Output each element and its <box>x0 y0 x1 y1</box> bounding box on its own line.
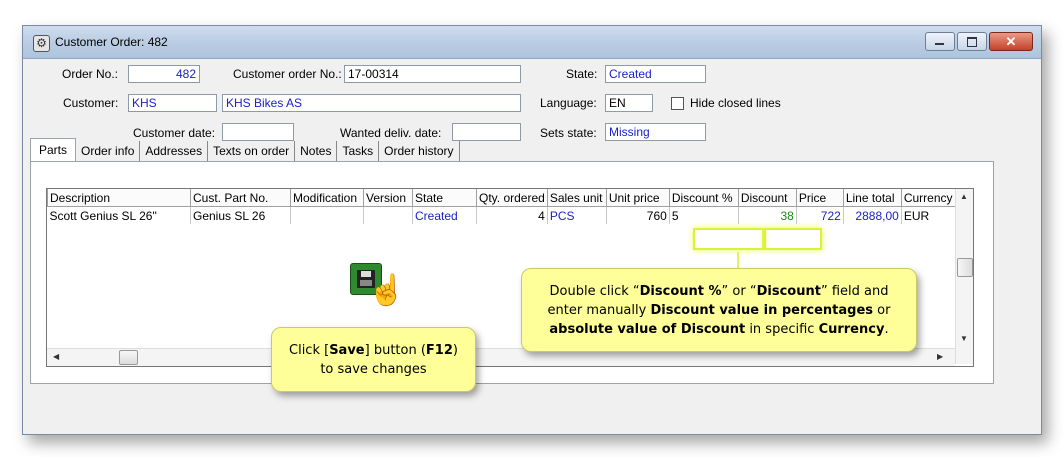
column-header-modification[interactable]: Modification <box>290 189 364 207</box>
scroll-left-icon[interactable]: ◀ <box>53 352 59 361</box>
column-header-version[interactable]: Version <box>363 189 413 207</box>
state-field: Created <box>605 65 706 83</box>
column-header-sales-unit[interactable]: Sales unit <box>546 189 607 207</box>
scroll-right-icon[interactable]: ▶ <box>937 352 943 361</box>
order-no-label: Order No.: <box>62 67 119 81</box>
sets-state-label: Sets state: <box>540 126 597 140</box>
tab-tasks[interactable]: Tasks <box>337 141 380 161</box>
maximize-button[interactable] <box>957 32 987 51</box>
maximize-icon <box>967 37 977 47</box>
cell-unit-price[interactable]: 760 <box>606 206 670 224</box>
save-callout-line-2: to save changes <box>320 361 427 377</box>
cell-modification[interactable] <box>290 206 364 224</box>
title-bar: ⚙ Customer Order: 482 ✕ <box>23 26 1041 59</box>
close-button[interactable]: ✕ <box>989 32 1033 51</box>
cell-qty-ordered[interactable]: 4 <box>476 206 548 224</box>
column-header-currency[interactable]: Currency <box>900 189 956 207</box>
column-header-price[interactable]: Price <box>795 189 844 207</box>
hand-cursor-icon: ☝ <box>368 274 406 307</box>
horizontal-scroll-thumb[interactable] <box>119 350 138 365</box>
cell-discount[interactable]: 38 <box>738 206 797 224</box>
cell-version[interactable] <box>363 206 413 224</box>
scroll-up-icon[interactable]: ▲ <box>960 192 968 201</box>
tab-order-history[interactable]: Order history <box>379 141 460 161</box>
column-header-discount[interactable]: Discount <box>737 189 797 207</box>
cell-cust-part-no[interactable]: Genius SL 26 <box>190 206 291 224</box>
customer-name-field[interactable]: KHS Bikes AS <box>222 94 521 112</box>
customer-code-field[interactable]: KHS <box>128 94 217 112</box>
order-lines-table: Description Cust. Part No. Modification … <box>47 189 956 224</box>
column-header-qty-ordered[interactable]: Qty. ordered <box>476 189 548 207</box>
hide-closed-lines-checkbox[interactable] <box>671 97 684 110</box>
app-gear-icon: ⚙ <box>33 35 50 52</box>
grid-header-row: Description Cust. Part No. Modification … <box>47 189 956 207</box>
cell-sales-unit[interactable]: PCS <box>547 206 607 224</box>
minimize-button[interactable] <box>925 32 955 51</box>
window-controls: ✕ <box>925 32 1033 51</box>
column-header-state[interactable]: State <box>412 189 477 207</box>
save-callout: Click [Save] button (F12) to save change… <box>271 327 476 392</box>
column-header-cust-part-no[interactable]: Cust. Part No. <box>190 189 291 207</box>
column-header-unit-price[interactable]: Unit price <box>605 189 670 207</box>
tab-notes[interactable]: Notes <box>295 141 338 161</box>
order-no-field[interactable]: 482 <box>128 65 200 83</box>
discount-pct-highlight <box>693 228 764 250</box>
tab-parts[interactable]: Parts <box>30 138 77 163</box>
scroll-down-icon[interactable]: ▼ <box>960 334 968 343</box>
language-field[interactable]: EN <box>605 94 653 112</box>
cell-state[interactable]: Created <box>412 206 477 224</box>
customer-date-label: Customer date: <box>133 126 216 140</box>
discount-highlight <box>764 228 822 250</box>
vertical-scrollbar[interactable]: ▲ ▼ <box>955 189 973 364</box>
minimize-icon <box>935 43 944 45</box>
close-icon: ✕ <box>1005 34 1017 49</box>
state-label: State: <box>566 67 598 81</box>
save-callout-line-1: Click [Save] button (F12) <box>289 342 458 358</box>
cell-currency[interactable]: EUR <box>901 206 956 224</box>
column-header-discount-pct[interactable]: Discount % <box>668 189 739 207</box>
column-header-description[interactable]: Description <box>47 189 191 207</box>
vertical-scroll-thumb[interactable] <box>957 258 973 277</box>
table-row[interactable]: Scott Genius SL 26" Genius SL 26 Created… <box>47 206 956 224</box>
tab-addresses[interactable]: Addresses <box>140 141 209 161</box>
discount-callout-line-2: enter manually Discount value in percent… <box>547 302 891 318</box>
discount-callout-line-1: Double click “Discount %” or “Discount” … <box>549 283 889 299</box>
customer-date-field[interactable] <box>222 123 294 141</box>
wanted-delivery-date-field[interactable] <box>452 123 521 141</box>
discount-callout: Double click “Discount %” or “Discount” … <box>521 268 917 352</box>
tab-texts-on-order[interactable]: Texts on order <box>208 141 296 161</box>
customer-order-no-label: Customer order No.: <box>233 67 342 81</box>
wanted-delivery-date-label: Wanted deliv. date: <box>340 126 442 140</box>
cell-description[interactable]: Scott Genius SL 26" <box>47 206 191 224</box>
tab-strip: Parts Order info Addresses Texts on orde… <box>30 138 460 163</box>
language-label: Language: <box>540 96 597 110</box>
column-header-line-total[interactable]: Line total <box>842 189 902 207</box>
cell-price[interactable]: 722 <box>796 206 844 224</box>
discount-callout-line-3: absolute value of Discount in specific C… <box>549 321 889 337</box>
tab-order-info[interactable]: Order info <box>76 141 141 161</box>
cell-line-total[interactable]: 2888,00 <box>843 206 902 224</box>
hide-closed-lines-label: Hide closed lines <box>690 96 781 110</box>
cell-discount-pct[interactable]: 5 <box>669 206 739 224</box>
window-title: Customer Order: 482 <box>55 35 168 49</box>
sets-state-field: Missing <box>605 123 706 141</box>
customer-label: Customer: <box>63 96 119 110</box>
customer-order-no-field[interactable]: 17-00314 <box>344 65 521 83</box>
